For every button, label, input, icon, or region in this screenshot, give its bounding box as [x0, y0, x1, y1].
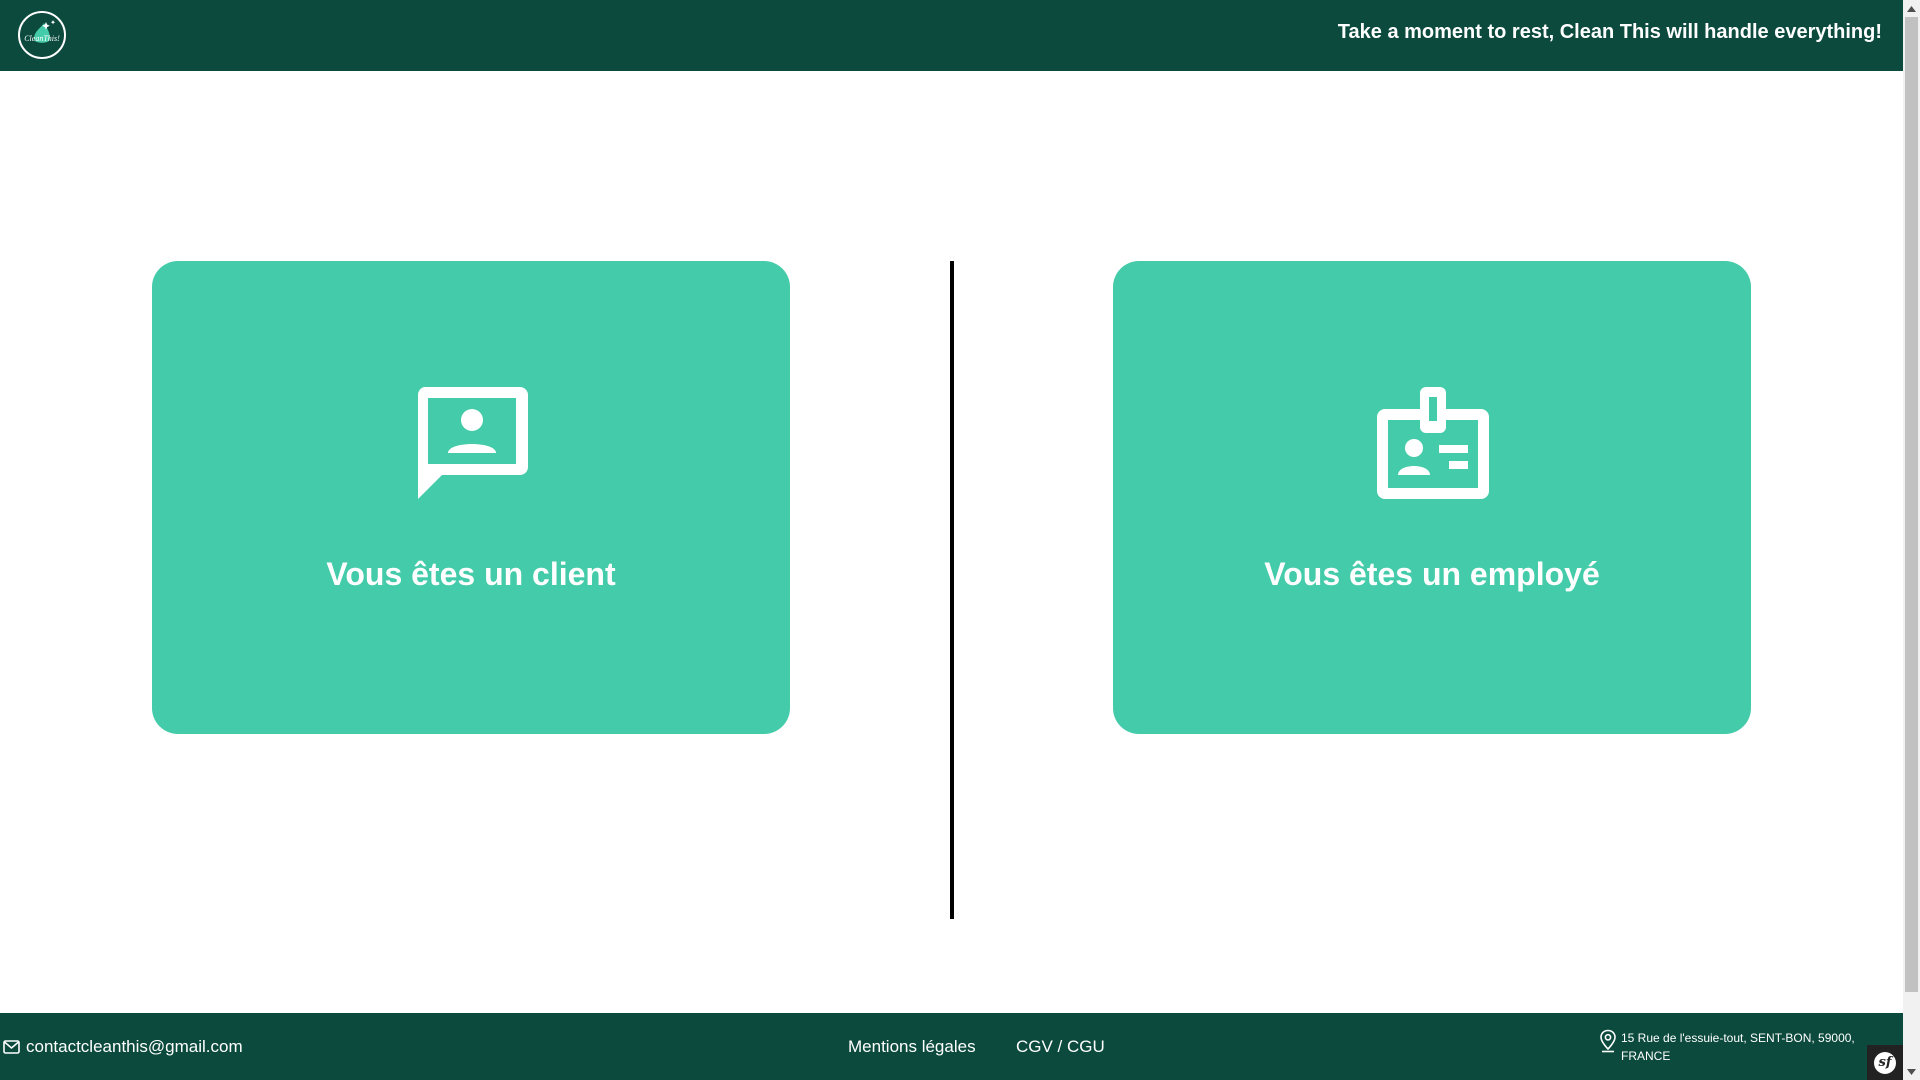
terms-link[interactable]: CGV / CGU: [1016, 1037, 1105, 1057]
footer-email-text[interactable]: contactcleanthis@gmail.com: [26, 1037, 243, 1057]
footer-address: 15 Rue de l'essuie-tout, SENT-BON, 59000…: [1599, 1029, 1871, 1065]
employee-card-button[interactable]: Vous êtes un employé: [1113, 261, 1751, 734]
client-card-label: Vous êtes un client: [326, 556, 616, 592]
footer-email[interactable]: contactcleanthis@gmail.com: [3, 1037, 243, 1057]
header-tagline: Take a moment to rest, Clean This will h…: [1337, 21, 1882, 43]
vertical-divider: [950, 261, 954, 919]
scroll-down-arrow-icon[interactable]: [1903, 1063, 1920, 1080]
user-chat-icon: [417, 387, 528, 499]
map-pin-icon: [1600, 1029, 1616, 1053]
id-badge-icon: [1377, 387, 1489, 499]
scrollbar-thumb[interactable]: [1905, 17, 1918, 992]
footer: contactcleanthis@gmail.com Mentions léga…: [0, 1013, 1903, 1080]
employee-card-label: Vous êtes un employé: [1264, 556, 1600, 592]
scroll-up-arrow-icon[interactable]: [1903, 0, 1920, 17]
symfony-toolbar-button[interactable]: sf: [1867, 1045, 1903, 1080]
footer-address-text: 15 Rue de l'essuie-tout, SENT-BON, 59000…: [1621, 1031, 1855, 1063]
clean-this-logo[interactable]: CleanThis!: [18, 11, 66, 59]
top-header: CleanThis! Take a moment to rest, Clean …: [0, 0, 1903, 71]
legal-notice-link[interactable]: Mentions légales: [848, 1037, 976, 1057]
symfony-logo-icon: sf: [1874, 1051, 1896, 1074]
page: CleanThis! Take a moment to rest, Clean …: [0, 0, 1903, 1080]
client-card-button[interactable]: Vous êtes un client: [152, 261, 790, 734]
mail-icon: [3, 1040, 20, 1054]
logo-text: CleanThis!: [24, 34, 60, 43]
vertical-scrollbar[interactable]: [1903, 0, 1920, 1080]
